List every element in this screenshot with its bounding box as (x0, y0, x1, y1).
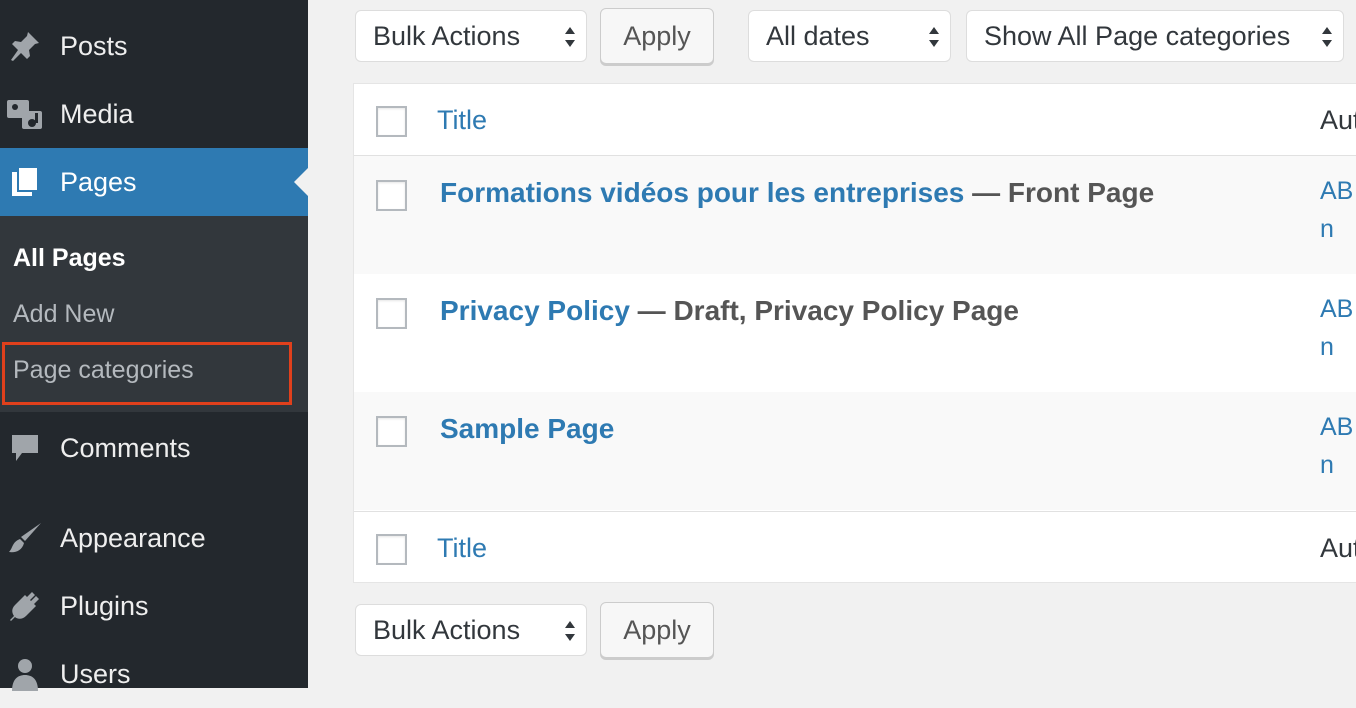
comment-icon (6, 429, 44, 467)
sidebar-item-media[interactable]: Media (0, 80, 308, 148)
page-state: — Front Page (964, 177, 1155, 208)
sidebar-item-plugins[interactable]: Plugins (0, 572, 308, 640)
page-title-cell: Sample Page (440, 413, 614, 445)
table-header: Title Aut (354, 84, 1356, 156)
title-column-header[interactable]: Title (437, 105, 487, 136)
bulk-actions-select-bottom[interactable]: Bulk Actions (355, 604, 587, 656)
page-title-link[interactable]: Formations vidéos pour les entreprises (440, 177, 964, 208)
pages-table: Title Aut Formations vidéos pour les ent… (353, 83, 1356, 583)
row-checkbox[interactable] (376, 180, 407, 211)
author-link[interactable]: AB n (1320, 172, 1356, 248)
author-link[interactable]: AB n (1320, 290, 1356, 366)
users-icon (6, 655, 44, 693)
author-column-footer: Aut (1320, 533, 1356, 563)
select-all-checkbox-footer[interactable] (376, 534, 407, 565)
sidebar-item-label: Plugins (60, 590, 149, 621)
select-all-checkbox[interactable] (376, 106, 407, 137)
sidebar-item-label: Appearance (60, 522, 206, 553)
date-filter-select[interactable]: All dates (748, 10, 951, 62)
sidebar-item-label: Comments (60, 432, 191, 463)
select-arrows-icon (565, 27, 575, 47)
sidebar-item-label: Users (60, 658, 131, 689)
page-title-link[interactable]: Sample Page (440, 413, 614, 444)
select-arrows-icon (929, 27, 939, 47)
select-arrows-icon (565, 621, 575, 641)
row-checkbox[interactable] (376, 298, 407, 329)
category-filter-select[interactable]: Show All Page categories (966, 10, 1344, 62)
author-link[interactable]: AB n (1320, 408, 1356, 484)
author-column-header: Aut (1320, 105, 1356, 135)
sidebar-item-comments[interactable]: Comments (0, 414, 308, 482)
apply-button[interactable]: Apply (600, 8, 714, 64)
date-filter-value: All dates (766, 20, 870, 51)
sidebar-item-appearance[interactable]: Appearance (0, 504, 308, 572)
apply-button-bottom[interactable]: Apply (600, 602, 714, 658)
pages-icon (6, 163, 44, 201)
sidebar-item-pages[interactable]: Pages (0, 148, 308, 216)
table-row: Privacy Policy — Draft, Privacy Policy P… (354, 274, 1356, 392)
table-row: Formations vidéos pour les entreprises —… (354, 156, 1356, 274)
bulk-actions-value: Bulk Actions (373, 20, 521, 51)
sidebar-item-label: Pages (60, 166, 137, 197)
page-state: — Draft, Privacy Policy Page (629, 295, 1019, 326)
submenu-item-add-new[interactable]: Add New (13, 300, 114, 329)
select-arrows-icon (1322, 27, 1332, 47)
sidebar-item-label: Media (60, 98, 134, 129)
highlight-box (2, 342, 292, 405)
pushpin-icon (6, 27, 44, 65)
title-column-footer[interactable]: Title (437, 533, 487, 564)
media-icon (6, 95, 44, 133)
page-title-link[interactable]: Privacy Policy (440, 295, 630, 326)
page-title-cell: Privacy Policy — Draft, Privacy Policy P… (440, 295, 1019, 327)
bulk-actions-value: Bulk Actions (373, 614, 521, 645)
sidebar-item-label: Posts (60, 30, 128, 61)
table-row: Sample Page AB n (354, 392, 1356, 510)
sidebar-item-users[interactable]: Users (0, 640, 308, 708)
submenu-item-all-pages[interactable]: All Pages (13, 244, 126, 273)
admin-sidebar: Posts Media Pages All Pages Add New Page… (0, 0, 308, 691)
page-title-cell: Formations vidéos pour les entreprises —… (440, 177, 1154, 209)
table-footer: Title Aut (354, 511, 1356, 583)
paintbrush-icon (6, 519, 44, 557)
plugin-icon (6, 587, 44, 625)
row-checkbox[interactable] (376, 416, 407, 447)
sidebar-item-posts[interactable]: Posts (0, 12, 308, 80)
bulk-actions-select[interactable]: Bulk Actions (355, 10, 587, 62)
category-filter-value: Show All Page categories (984, 20, 1291, 51)
active-indicator-arrow (294, 168, 308, 196)
